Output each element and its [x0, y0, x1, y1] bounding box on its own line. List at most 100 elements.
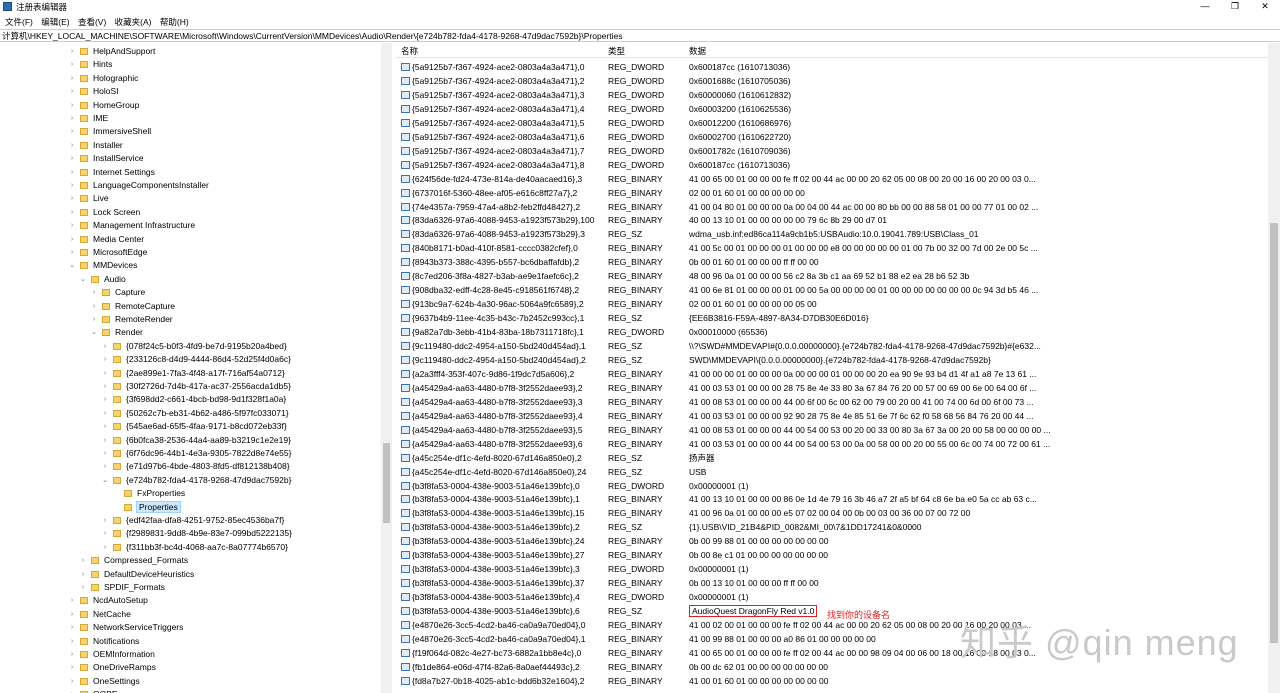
menu-help[interactable]: 帮助(H)	[157, 15, 192, 29]
value-row[interactable]: {a45429a4-aa63-4480-b7f8-3f2552daee93},6…	[396, 437, 1268, 451]
tree-item[interactable]: › {6f76dc96-44b1-4e3a-9305-7822d8e74e55}	[104, 447, 292, 460]
tree-item[interactable]: › {545ae6ad-65f5-4faa-9171-b8cd072eb33f}	[104, 420, 287, 433]
tree-item[interactable]: › {3f698dd2-c661-4bcb-bd98-9d1f328f1a0a}	[104, 393, 286, 406]
tree-item[interactable]: › DefaultDeviceHeuristics	[82, 568, 194, 581]
chevron-right-icon[interactable]: ›	[79, 554, 87, 567]
chevron-right-icon[interactable]: ›	[68, 675, 76, 688]
chevron-right-icon[interactable]: ›	[101, 367, 109, 380]
chevron-right-icon[interactable]: ›	[68, 179, 76, 192]
chevron-right-icon[interactable]: ›	[101, 420, 109, 433]
column-header-type[interactable]: 类型	[608, 45, 625, 57]
value-row[interactable]: {a45429a4-aa63-4480-b7f8-3f2552daee93},3…	[396, 395, 1268, 409]
value-row[interactable]: {8c7ed206-3f8a-4827-b3ab-ae9e1faefc6c},2…	[396, 269, 1268, 283]
value-row[interactable]: {b3f8fa53-0004-438e-9003-51a46e139bfc},3…	[396, 576, 1268, 590]
chevron-down-icon[interactable]: ⌄	[90, 326, 98, 339]
tree-item[interactable]: › {233126c8-d4d9-4444-86d4-52d25f4d0a6c}	[104, 353, 291, 366]
menu-favorites[interactable]: 收藏夹(A)	[112, 15, 155, 29]
values-scrollbar-thumb[interactable]	[1270, 223, 1278, 643]
value-row[interactable]: {5a9125b7-f367-4924-ace2-0803a4a3a471},0…	[396, 60, 1268, 74]
tree-item[interactable]: › Live	[71, 192, 109, 205]
chevron-right-icon[interactable]: ›	[101, 541, 109, 554]
tree-item[interactable]: › Holographic	[71, 72, 139, 85]
chevron-right-icon[interactable]: ›	[101, 527, 109, 540]
value-row[interactable]: {b3f8fa53-0004-438e-9003-51a46e139bfc},3…	[396, 562, 1268, 576]
tree-item[interactable]: › RemoteCapture	[93, 300, 175, 313]
tree-item[interactable]: › HoloSI	[71, 85, 119, 98]
value-row[interactable]: {b3f8fa53-0004-438e-9003-51a46e139bfc},1…	[396, 506, 1268, 520]
tree-item[interactable]: › {30f2726d-7d4b-417a-ac37-2556acda1db5}	[104, 380, 291, 393]
column-header-name[interactable]: 名称	[401, 45, 418, 57]
chevron-right-icon[interactable]: ›	[90, 286, 98, 299]
tree-item[interactable]: › {edf42faa-dfa8-4251-9752-85ec4536ba7f}	[104, 514, 285, 527]
chevron-right-icon[interactable]: ›	[68, 85, 76, 98]
tree-item[interactable]: › {e71d97b6-4bde-4803-8fd5-df812138b408}	[104, 460, 290, 473]
value-row[interactable]: {a2a3fff4-353f-407c-9d86-1f9dc7d5a606},2…	[396, 367, 1268, 381]
tree-item[interactable]: › LanguageComponentsInstaller	[71, 179, 209, 192]
tree-item[interactable]: › NcdAutoSetup	[71, 594, 148, 607]
value-row[interactable]: {5a9125b7-f367-4924-ace2-0803a4a3a471},5…	[396, 116, 1268, 130]
tree-item[interactable]: › ImmersiveShell	[71, 125, 151, 138]
value-row[interactable]: {9637b4b9-11ee-4c35-b43c-7b2452c993cc},1…	[396, 311, 1268, 325]
value-row[interactable]: {a45c254e-df1c-4efd-8020-67d146a850e0},2…	[396, 451, 1268, 465]
tree-item[interactable]: › OOBE	[71, 688, 118, 693]
chevron-right-icon[interactable]: ›	[101, 353, 109, 366]
tree-item[interactable]: › RemoteRender	[93, 313, 173, 326]
values-scrollbar[interactable]	[1268, 43, 1280, 693]
value-row[interactable]: {5a9125b7-f367-4924-ace2-0803a4a3a471},2…	[396, 74, 1268, 88]
chevron-right-icon[interactable]: ›	[90, 300, 98, 313]
chevron-right-icon[interactable]: ›	[68, 99, 76, 112]
maximize-button[interactable]: ❐	[1220, 0, 1250, 14]
column-header-data[interactable]: 数据	[689, 45, 706, 57]
value-row[interactable]: {5a9125b7-f367-4924-ace2-0803a4a3a471},8…	[396, 158, 1268, 172]
chevron-down-icon[interactable]: ⌄	[79, 273, 87, 286]
tree-item[interactable]: › {f311bb3f-bc4d-4068-aa7c-8a07774b6570}	[104, 541, 288, 554]
value-row[interactable]: {a45429a4-aa63-4480-b7f8-3f2552daee93},2…	[396, 381, 1268, 395]
chevron-right-icon[interactable]: ›	[90, 313, 98, 326]
tree-item[interactable]: ⌄ {e724b782-fda4-4178-9268-47d9dac7592b}	[102, 474, 291, 487]
value-row[interactable]: {83da6326-97a6-4088-9453-a1923f573b29},3…	[396, 227, 1268, 241]
tree-item[interactable]: › NetworkServiceTriggers	[71, 621, 184, 634]
menu-file[interactable]: 文件(F)	[2, 15, 36, 29]
chevron-right-icon[interactable]: ›	[68, 233, 76, 246]
tree-item[interactable]: › HelpAndSupport	[71, 45, 156, 58]
chevron-right-icon[interactable]: ›	[68, 152, 76, 165]
value-row[interactable]: {b3f8fa53-0004-438e-9003-51a46e139bfc},2…	[396, 548, 1268, 562]
chevron-right-icon[interactable]: ›	[79, 581, 87, 594]
chevron-right-icon[interactable]: ›	[101, 380, 109, 393]
address-bar[interactable]: 计算机\HKEY_LOCAL_MACHINE\SOFTWARE\Microsof…	[0, 29, 1280, 42]
value-row[interactable]: {840b8171-b0ad-410f-8581-cccc0382cfef},0…	[396, 241, 1268, 255]
value-row[interactable]: {74e4357a-7959-47a4-a8b2-feb2ffd48427},2…	[396, 200, 1268, 214]
value-row[interactable]: {83da6326-97a6-4088-9453-a1923f573b29},1…	[396, 213, 1268, 227]
value-row[interactable]: {b3f8fa53-0004-438e-9003-51a46e139bfc},4…	[396, 590, 1268, 604]
value-row[interactable]: {6737016f-5360-48ee-af05-e616c8ff27a7},2…	[396, 186, 1268, 200]
tree-item[interactable]: › IME	[71, 112, 108, 125]
value-row[interactable]: {5a9125b7-f367-4924-ace2-0803a4a3a471},4…	[396, 102, 1268, 116]
chevron-right-icon[interactable]: ›	[68, 58, 76, 71]
chevron-right-icon[interactable]: ›	[68, 635, 76, 648]
tree-item[interactable]: › InstallService	[71, 152, 144, 165]
value-row[interactable]: {9c119480-ddc2-4954-a150-5bd240d454ad},1…	[396, 339, 1268, 353]
chevron-right-icon[interactable]: ›	[101, 434, 109, 447]
value-row[interactable]: {a45c254e-df1c-4efd-8020-67d146a850e0},2…	[396, 465, 1268, 479]
chevron-right-icon[interactable]: ›	[68, 608, 76, 621]
chevron-right-icon[interactable]: ›	[68, 661, 76, 674]
tree-scrollbar[interactable]	[381, 43, 392, 693]
tree-item[interactable]: › Lock Screen	[71, 206, 140, 219]
chevron-right-icon[interactable]: ›	[68, 648, 76, 661]
chevron-right-icon[interactable]: ›	[68, 688, 76, 693]
value-row[interactable]: {9c119480-ddc2-4954-a150-5bd240d454ad},2…	[396, 353, 1268, 367]
chevron-right-icon[interactable]: ›	[68, 45, 76, 58]
chevron-right-icon[interactable]: ›	[68, 594, 76, 607]
value-row[interactable]: {a45429a4-aa63-4480-b7f8-3f2552daee93},5…	[396, 423, 1268, 437]
chevron-right-icon[interactable]: ›	[68, 206, 76, 219]
chevron-down-icon[interactable]: ⌄	[68, 259, 76, 272]
tree-item[interactable]: › Installer	[71, 139, 123, 152]
tree-item[interactable]: › {6b0fca38-2536-44a4-aa89-b3219c1e2e19}	[104, 434, 291, 447]
chevron-right-icon[interactable]: ›	[101, 447, 109, 460]
tree-item[interactable]: ⌄ MMDevices	[69, 259, 137, 272]
tree-item[interactable]: › Capture	[93, 286, 145, 299]
tree-item[interactable]: › Compressed_Formats	[82, 554, 188, 567]
chevron-right-icon[interactable]: ›	[101, 460, 109, 473]
chevron-right-icon[interactable]: ›	[101, 407, 109, 420]
tree-item[interactable]: › HomeGroup	[71, 99, 139, 112]
